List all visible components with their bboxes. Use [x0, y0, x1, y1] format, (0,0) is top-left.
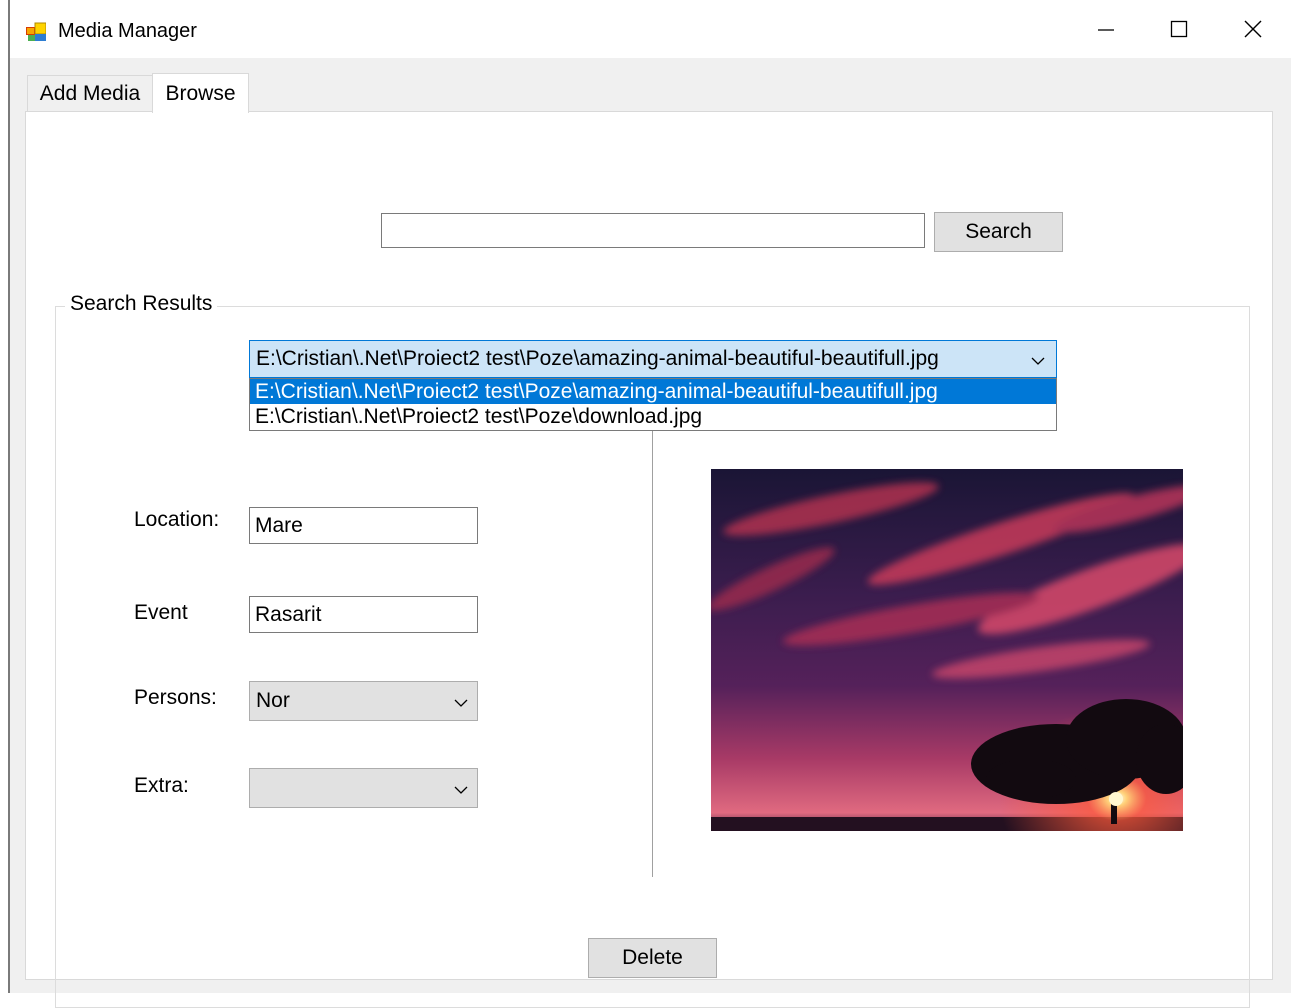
title-bar[interactable]: Media Manager	[10, 0, 1291, 60]
media-preview-image	[711, 469, 1183, 831]
event-value: Rasarit	[255, 602, 322, 626]
minimize-button[interactable]	[1081, 12, 1131, 50]
location-label: Location:	[134, 508, 220, 531]
location-value: Mare	[255, 513, 303, 537]
dropdown-item[interactable]: E:\Cristian\.Net\Proiect2 test\Poze\amaz…	[250, 379, 1056, 404]
persons-label: Persons:	[134, 686, 217, 709]
extra-label: Extra:	[134, 774, 189, 797]
chevron-down-icon	[453, 693, 469, 717]
close-icon	[1244, 20, 1262, 43]
event-label: Event	[134, 601, 188, 624]
app-icon	[26, 22, 47, 42]
browse-tab-page: Search Search Results E:\Cristian\.Net\P…	[25, 111, 1273, 1008]
persons-value: Nor	[256, 689, 290, 712]
chevron-down-icon[interactable]	[1030, 351, 1046, 375]
persons-combobox[interactable]: Nor	[249, 681, 478, 721]
chevron-down-icon	[453, 780, 469, 804]
delete-button[interactable]: Delete	[588, 938, 717, 978]
maximize-button[interactable]	[1154, 12, 1204, 50]
results-combobox-value: E:\Cristian\.Net\Proiect2 test\Poze\amaz…	[256, 347, 939, 370]
search-input[interactable]	[381, 213, 925, 248]
vertical-divider	[652, 430, 653, 877]
event-field[interactable]: Rasarit	[249, 596, 478, 633]
location-field[interactable]: Mare	[249, 507, 478, 544]
tab-add-media[interactable]: Add Media	[27, 75, 153, 111]
maximize-icon	[1170, 20, 1188, 43]
minimize-icon	[1097, 20, 1115, 43]
close-button[interactable]	[1228, 12, 1278, 50]
dropdown-item[interactable]: E:\Cristian\.Net\Proiect2 test\Poze\down…	[250, 404, 1056, 429]
extra-combobox[interactable]	[249, 768, 478, 808]
window-title: Media Manager	[58, 20, 197, 42]
results-combobox[interactable]: E:\Cristian\.Net\Proiect2 test\Poze\amaz…	[249, 340, 1057, 378]
search-button[interactable]: Search	[934, 212, 1063, 252]
window-client-area: Add Media Browse Search Search Results E…	[10, 58, 1291, 1008]
search-results-label: Search Results	[65, 292, 218, 316]
tab-browse[interactable]: Browse	[152, 73, 249, 113]
results-dropdown-list: E:\Cristian\.Net\Proiect2 test\Poze\amaz…	[249, 378, 1057, 431]
